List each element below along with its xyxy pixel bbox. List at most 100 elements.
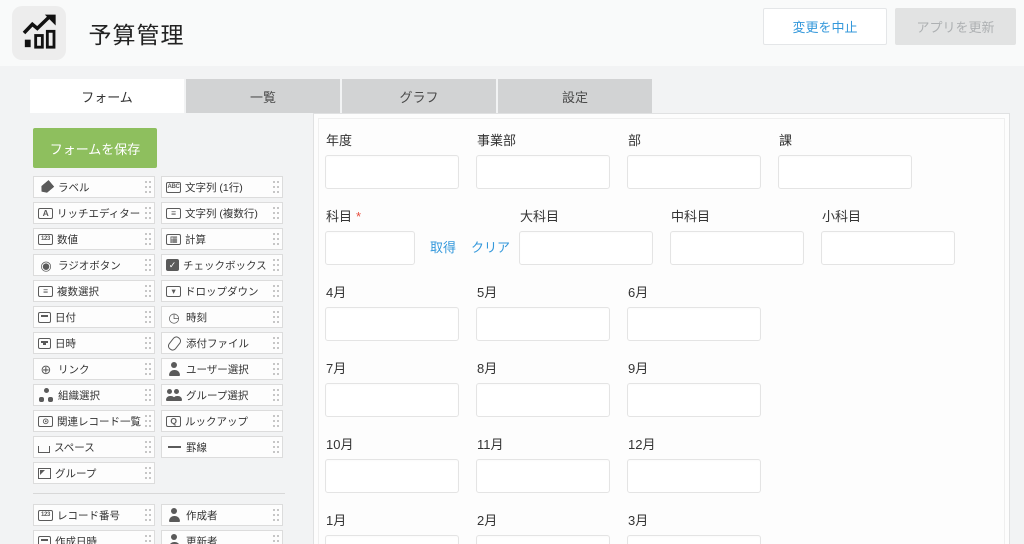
drag-handle-icon[interactable] <box>145 337 151 349</box>
palette-item-group[interactable]: グループ <box>33 462 155 484</box>
palette-item-hr[interactable]: 罫線 <box>161 436 283 458</box>
field-input[interactable] <box>325 535 459 544</box>
field-input[interactable] <box>476 535 610 544</box>
palette-item-link[interactable]: ⊕ リンク <box>33 358 155 380</box>
palette-item-org[interactable]: 組織選択 <box>33 384 155 406</box>
palette-item-related[interactable]: ⊙ 関連レコード一覧 <box>33 410 155 432</box>
field-input[interactable] <box>670 231 804 265</box>
drag-handle-icon[interactable] <box>145 509 151 521</box>
field-input[interactable] <box>325 459 459 493</box>
palette-item-datetime[interactable]: 日時 <box>33 332 155 354</box>
field-input[interactable] <box>476 155 610 189</box>
drag-handle-icon[interactable] <box>273 389 279 401</box>
palette-item-richtext[interactable]: A リッチエディター <box>33 202 155 224</box>
update-app-button[interactable]: アプリを更新 <box>895 8 1016 45</box>
drag-handle-icon[interactable] <box>145 467 151 479</box>
palette-item-created[interactable]: 作成日時 <box>33 530 155 544</box>
form-field[interactable]: 3月 <box>627 507 778 544</box>
drag-handle-icon[interactable] <box>145 259 151 271</box>
form-field[interactable]: 2月 <box>476 507 627 544</box>
drag-handle-icon[interactable] <box>273 233 279 245</box>
drag-handle-icon[interactable] <box>145 535 151 544</box>
form-field[interactable]: 6月 <box>627 279 778 341</box>
form-field[interactable]: 9月 <box>627 355 778 417</box>
field-input[interactable] <box>476 459 610 493</box>
form-field[interactable]: 12月 <box>627 431 778 493</box>
discard-changes-button[interactable]: 変更を中止 <box>763 8 887 45</box>
drag-handle-icon[interactable] <box>145 363 151 375</box>
drag-handle-icon[interactable] <box>273 441 279 453</box>
palette-item-radio[interactable]: ◉ ラジオボタン <box>33 254 155 276</box>
palette-item-multiselect[interactable]: ≡ 複数選択 <box>33 280 155 302</box>
palette-item-dropdown[interactable]: ▾ ドロップダウン <box>161 280 283 302</box>
field-input[interactable] <box>778 155 912 189</box>
field-input[interactable] <box>519 231 653 265</box>
palette-item-tag[interactable]: ラベル <box>33 176 155 198</box>
form-field[interactable]: 4月 <box>325 279 476 341</box>
form-field[interactable]: 中科目 <box>670 203 821 265</box>
drag-handle-icon[interactable] <box>273 311 279 323</box>
drag-handle-icon[interactable] <box>273 207 279 219</box>
tab-graph[interactable]: グラフ <box>342 79 496 113</box>
form-field[interactable]: 科目 * 取得 クリア <box>325 203 519 265</box>
drag-handle-icon[interactable] <box>145 207 151 219</box>
fetch-link[interactable]: 取得 <box>430 237 456 256</box>
form-field[interactable]: 課 <box>778 127 929 189</box>
palette-item-lookup[interactable]: Q ルックアップ <box>161 410 283 432</box>
drag-handle-icon[interactable] <box>145 441 151 453</box>
drag-handle-icon[interactable] <box>273 363 279 375</box>
form-field[interactable]: 大科目 <box>519 203 670 265</box>
field-input[interactable] <box>476 383 610 417</box>
drag-handle-icon[interactable] <box>273 259 279 271</box>
palette-item-number[interactable]: 123 数値 <box>33 228 155 250</box>
drag-handle-icon[interactable] <box>273 535 279 544</box>
form-field[interactable]: 小科目 <box>821 203 972 265</box>
drag-handle-icon[interactable] <box>273 415 279 427</box>
drag-handle-icon[interactable] <box>273 337 279 349</box>
palette-item-recordnum[interactable]: 123 レコード番号 <box>33 504 155 526</box>
tab-settings[interactable]: 設定 <box>498 79 652 113</box>
field-input[interactable] <box>627 155 761 189</box>
form-field[interactable]: 8月 <box>476 355 627 417</box>
form-field[interactable]: 年度 <box>325 127 476 189</box>
drag-handle-icon[interactable] <box>145 285 151 297</box>
field-input[interactable] <box>325 155 459 189</box>
field-input[interactable] <box>476 307 610 341</box>
palette-item-calc[interactable]: ▦ 計算 <box>161 228 283 250</box>
drag-handle-icon[interactable] <box>145 233 151 245</box>
field-input[interactable] <box>627 307 761 341</box>
form-field[interactable]: 1月 <box>325 507 476 544</box>
form-field[interactable]: 7月 <box>325 355 476 417</box>
save-form-button[interactable]: フォームを保存 <box>33 128 157 168</box>
drag-handle-icon[interactable] <box>145 415 151 427</box>
tab-list[interactable]: 一覧 <box>186 79 340 113</box>
palette-item-updater[interactable]: 更新者 <box>161 530 283 544</box>
field-input[interactable] <box>325 307 459 341</box>
clear-link[interactable]: クリア <box>471 237 510 256</box>
field-input[interactable] <box>325 383 459 417</box>
palette-item-attachment[interactable]: 添付ファイル <box>161 332 283 354</box>
form-field[interactable]: 5月 <box>476 279 627 341</box>
palette-item-users[interactable]: グループ選択 <box>161 384 283 406</box>
field-input[interactable] <box>627 535 761 544</box>
palette-item-abc[interactable]: ABC 文字列 (1行) <box>161 176 283 198</box>
field-input[interactable] <box>325 231 415 265</box>
form-field[interactable]: 部 <box>627 127 778 189</box>
form-field[interactable]: 10月 <box>325 431 476 493</box>
form-field[interactable]: 事業部 <box>476 127 627 189</box>
palette-item-space[interactable]: スペース <box>33 436 155 458</box>
palette-item-time[interactable]: ◷ 時刻 <box>161 306 283 328</box>
form-field[interactable]: 11月 <box>476 431 627 493</box>
drag-handle-icon[interactable] <box>145 181 151 193</box>
drag-handle-icon[interactable] <box>145 389 151 401</box>
palette-item-user[interactable]: ユーザー選択 <box>161 358 283 380</box>
palette-item-checkbox[interactable]: ✓ チェックボックス <box>161 254 283 276</box>
palette-item-textarea[interactable]: ≡ 文字列 (複数行) <box>161 202 283 224</box>
field-input[interactable] <box>821 231 955 265</box>
drag-handle-icon[interactable] <box>273 509 279 521</box>
field-input[interactable] <box>627 459 761 493</box>
field-input[interactable] <box>627 383 761 417</box>
palette-item-creator[interactable]: 作成者 <box>161 504 283 526</box>
tab-form[interactable]: フォーム <box>30 79 184 113</box>
drag-handle-icon[interactable] <box>273 285 279 297</box>
